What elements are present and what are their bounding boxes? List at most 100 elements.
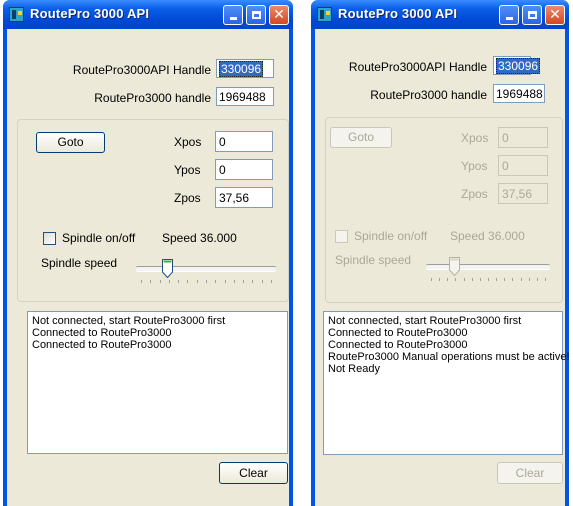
spindle-label: Spindle on/off [62, 231, 136, 245]
slider-tick [187, 280, 188, 283]
minimize-button[interactable] [223, 5, 243, 25]
app-icon [317, 7, 332, 22]
slider-tick [150, 280, 151, 283]
log-line: Not connected, start RoutePro3000 first [32, 315, 226, 327]
xpos-input[interactable]: 0 [498, 127, 548, 148]
log-line: Not Ready [328, 363, 380, 375]
slider-tick [512, 278, 513, 281]
xpos-label: Xpos [174, 135, 202, 149]
ypos-label: Ypos [461, 159, 488, 173]
slider-tick [243, 280, 244, 283]
slider-tick [521, 278, 522, 281]
minimize-icon [505, 17, 513, 20]
handle-value: 1969488 [216, 87, 274, 106]
slider-tick [262, 280, 263, 283]
spindle-checkbox[interactable] [43, 232, 56, 245]
slider-tick [447, 278, 448, 281]
api-handle-value: 330096 [493, 56, 541, 75]
log-line: Connected to RoutePro3000 [32, 327, 172, 339]
maximize-icon [527, 11, 537, 19]
close-icon: ✕ [549, 7, 561, 23]
slider-tick [225, 280, 226, 283]
client-area: RoutePro3000API Handle 330096 RoutePro30… [315, 29, 570, 506]
zpos-label: Zpos [461, 187, 488, 201]
api-handle-text: 330096 [219, 61, 264, 77]
slider-tick [215, 280, 216, 283]
api-handle-label: RoutePro3000API Handle [72, 63, 211, 77]
slider-tick [529, 278, 530, 281]
slider-tick [488, 278, 489, 281]
goto-button[interactable]: Goto [330, 127, 392, 148]
slider-tick [271, 280, 272, 283]
title-bar[interactable]: RoutePro 3000 API ✕ [311, 0, 569, 29]
handle-label: RoutePro3000 handle [94, 91, 211, 105]
speed-text: Speed 36.000 [162, 231, 237, 245]
slider-tick [141, 280, 142, 283]
zpos-label: Zpos [174, 191, 201, 205]
slider-tick [169, 280, 170, 283]
slider-tick [545, 278, 546, 281]
slider-tick [455, 278, 456, 281]
ypos-input[interactable]: 0 [498, 155, 548, 176]
log-line: RoutePro3000 Manual operations must be a… [328, 351, 570, 363]
client-area: RoutePro3000API Handle 330096 RoutePro30… [7, 29, 289, 506]
log-line: Not connected, start RoutePro3000 first [328, 315, 522, 327]
ypos-label: Ypos [174, 163, 201, 177]
slider-track [136, 266, 276, 272]
api-handle-value: 330096 [216, 59, 274, 78]
slider-tick [537, 278, 538, 281]
slider-tick [252, 280, 253, 283]
slider-tick [197, 280, 198, 283]
window-disabled: RoutePro 3000 API ✕ RoutePro3000API Hand… [311, 0, 570, 506]
speed-text: Speed 36.000 [450, 229, 525, 243]
spindle-speed-label: Spindle speed [335, 253, 412, 267]
close-button[interactable]: ✕ [545, 5, 565, 25]
zpos-input[interactable]: 37,56 [215, 187, 273, 208]
slider-tick [439, 278, 440, 281]
slider-tick [234, 280, 235, 283]
clear-button[interactable]: Clear [219, 462, 288, 484]
slider-tick [206, 280, 207, 283]
spindle-label: Spindle on/off [354, 229, 428, 243]
minimize-button[interactable] [499, 5, 519, 25]
log-list[interactable]: Not connected, start RoutePro3000 first C… [27, 311, 288, 454]
slider-tick [504, 278, 505, 281]
window-enabled: RoutePro 3000 API ✕ RoutePro3000API Hand… [3, 0, 293, 506]
slider-tick [178, 280, 179, 283]
slider-thumb[interactable] [449, 257, 460, 277]
slider-thumb[interactable] [162, 259, 173, 279]
xpos-input[interactable]: 0 [215, 131, 273, 152]
slider-track [426, 264, 550, 270]
handle-label: RoutePro3000 handle [370, 88, 487, 102]
slider-tick [431, 278, 432, 281]
zpos-input[interactable]: 37,56 [498, 183, 548, 204]
api-handle-label: RoutePro3000API Handle [348, 60, 487, 74]
app-icon [9, 7, 24, 22]
window-title: RoutePro 3000 API [30, 6, 150, 21]
spindle-speed-slider[interactable] [426, 255, 550, 285]
xpos-label: Xpos [461, 131, 489, 145]
slider-tick [464, 278, 465, 281]
maximize-button[interactable] [246, 5, 266, 25]
log-list[interactable]: Not connected, start RoutePro3000 first C… [323, 311, 570, 455]
maximize-button[interactable] [522, 5, 542, 25]
log-line: Connected to RoutePro3000 [328, 327, 468, 339]
minimize-icon [229, 17, 237, 20]
slider-tick [472, 278, 473, 281]
window-title: RoutePro 3000 API [338, 6, 458, 21]
spindle-checkbox[interactable] [335, 230, 348, 243]
handle-value: 1969488 [493, 84, 545, 103]
title-bar[interactable]: RoutePro 3000 API ✕ [3, 0, 293, 29]
slider-tick [480, 278, 481, 281]
ypos-input[interactable]: 0 [215, 159, 273, 180]
close-icon: ✕ [273, 7, 285, 23]
close-button[interactable]: ✕ [269, 5, 289, 25]
spindle-speed-slider[interactable] [136, 257, 276, 287]
spindle-speed-label: Spindle speed [41, 256, 118, 270]
api-handle-text: 330096 [496, 58, 541, 74]
slider-tick [496, 278, 497, 281]
log-line: Connected to RoutePro3000 [32, 339, 172, 351]
log-line: Connected to RoutePro3000 [328, 339, 468, 351]
goto-button[interactable]: Goto [36, 132, 105, 153]
clear-button[interactable]: Clear [497, 462, 563, 484]
